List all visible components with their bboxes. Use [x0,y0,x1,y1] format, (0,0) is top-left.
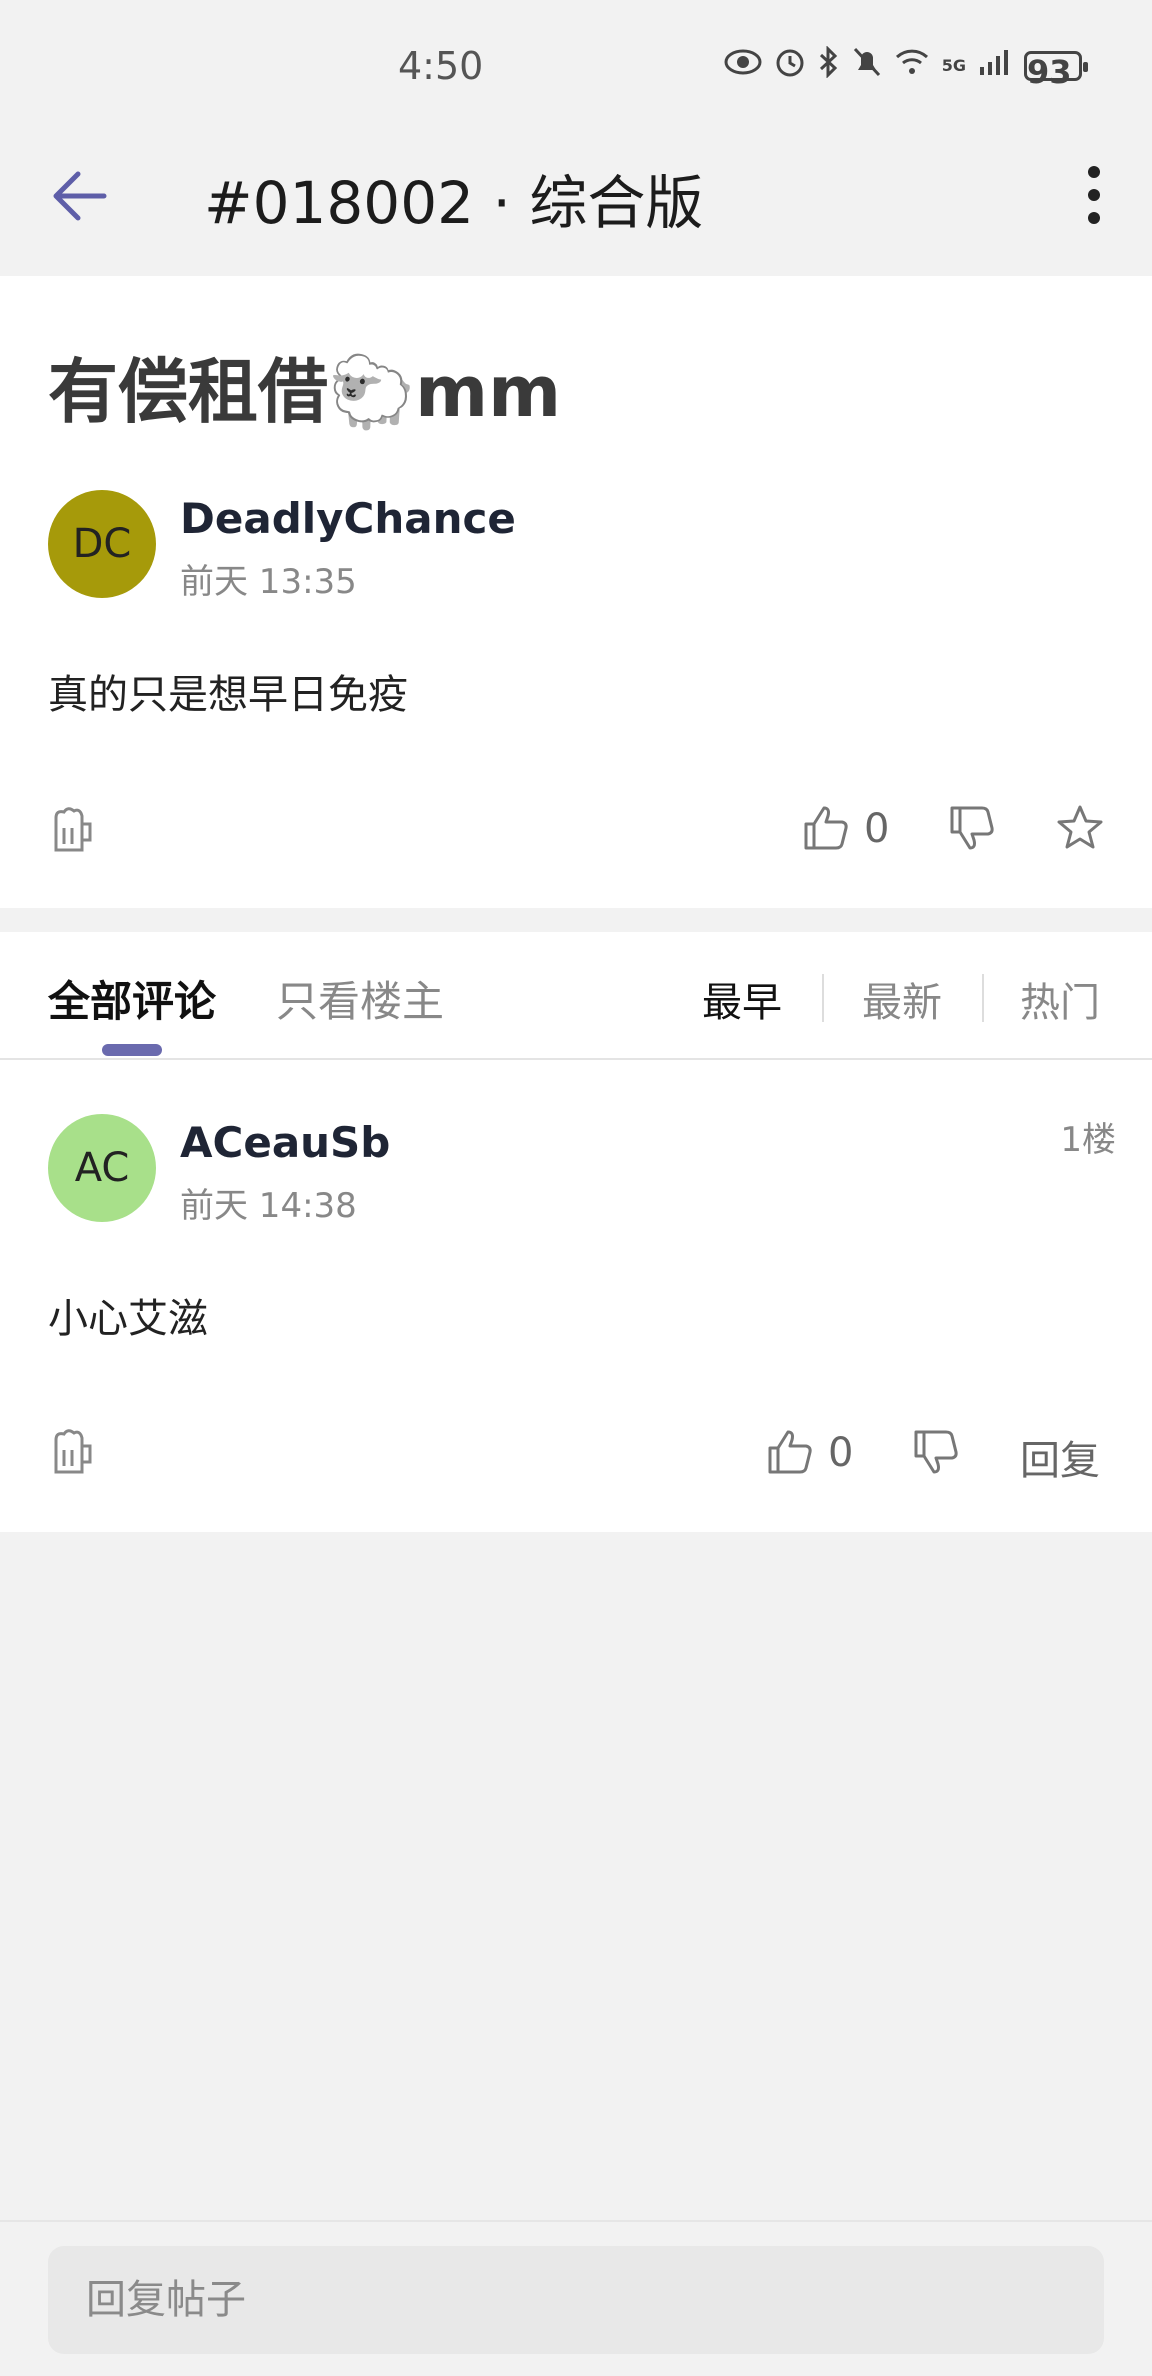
mute-icon [852,46,882,85]
post-title: 有偿租借🐑mm [48,351,562,433]
thumbs-up-icon[interactable] [800,802,852,854]
signal-icon [978,47,1012,84]
comment-time: 前天 14:38 [180,1186,357,1226]
avatar[interactable]: AC [48,1114,156,1222]
alarm-icon [774,46,806,85]
avatar-initials: DC [72,521,132,567]
thumbs-down-icon[interactable] [910,1426,962,1478]
like-count: 0 [864,806,890,852]
star-icon[interactable] [1054,802,1106,854]
tab-op-only[interactable]: 只看楼主 [276,968,444,1029]
battery-icon: 93 [1024,50,1088,90]
status-bar: 4:50 5G 93 [0,0,1152,130]
avatar-initials: AC [74,1145,130,1191]
post-time: 前天 13:35 [180,562,357,602]
sort-hot[interactable]: 热门 [1020,970,1100,1028]
post-card: 有偿租借🐑mm DC DeadlyChance 前天 13:35 真的只是想早日… [0,276,1152,908]
comment-body: 小心艾滋 [48,1296,208,1342]
more-options-icon[interactable] [1064,160,1124,230]
wifi-icon [894,47,930,84]
tab-indicator [102,1044,162,1056]
network-label: 5G [941,55,966,75]
author-name[interactable]: DeadlyChance [180,494,516,543]
eye-icon [724,47,762,84]
comment-author-name[interactable]: ACeauSb [180,1118,390,1167]
floor-number: 1楼 [1060,1120,1116,1160]
page-title: #018002 · 综合版 [204,169,704,237]
reply-button[interactable]: 回复 [1020,1428,1100,1486]
status-icons: 5G 93 [724,45,1088,90]
avatar[interactable]: DC [48,490,156,598]
sort-newest[interactable]: 最新 [862,970,942,1028]
reply-bar [0,2220,1152,2376]
sort-earliest[interactable]: 最早 [702,970,782,1028]
divider [0,1058,1152,1060]
thumbs-down-icon[interactable] [946,802,998,854]
tab-all-comments[interactable]: 全部评论 [48,968,216,1029]
like-count: 0 [828,1430,854,1476]
comments-section: 全部评论 只看楼主 最早 最新 热门 AC ACeauSb 前天 14:38 1… [0,932,1152,1532]
back-arrow-icon[interactable] [44,160,114,230]
sort-divider [822,974,824,1022]
app-bar: #018002 · 综合版 [0,130,1152,276]
thumbs-up-icon[interactable] [764,1426,816,1478]
sort-divider [982,974,984,1022]
bluetooth-icon [818,45,840,85]
status-time: 4:50 [398,44,484,88]
post-body: 真的只是想早日免疫 [48,672,408,718]
beer-mug-icon[interactable] [46,804,98,856]
reply-input[interactable] [48,2246,1104,2354]
beer-mug-icon[interactable] [46,1426,98,1478]
